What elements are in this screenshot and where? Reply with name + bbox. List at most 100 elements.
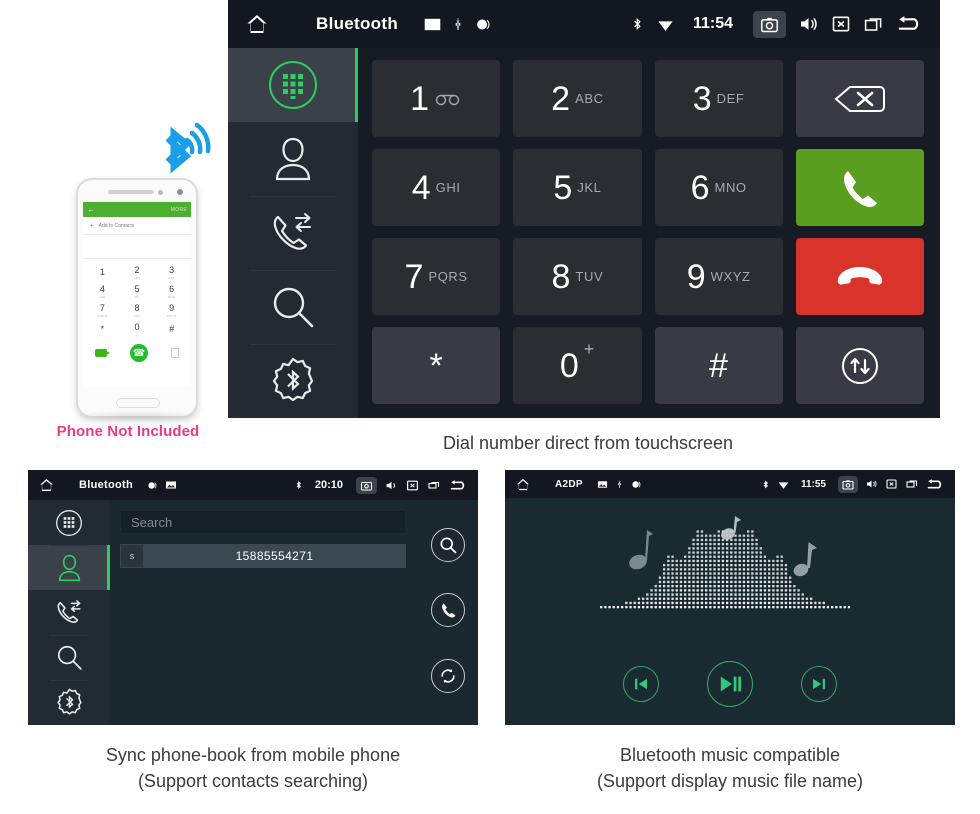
play-pause-button[interactable]	[707, 661, 753, 707]
home-icon[interactable]	[515, 477, 531, 492]
phone-key[interactable]: 4 GHI	[85, 282, 120, 301]
camera-button[interactable]	[753, 10, 786, 38]
key-5[interactable]: 5 JKL	[513, 149, 642, 226]
phone-more-label[interactable]: MORE	[171, 207, 187, 213]
key-9[interactable]: 9 WXYZ	[654, 238, 783, 315]
end-call-button[interactable]	[795, 238, 924, 315]
sidebar-item-search[interactable]	[228, 270, 358, 344]
camera-button[interactable]	[838, 475, 858, 493]
search-icon	[440, 537, 457, 554]
sidebar-item-search[interactable]	[28, 635, 110, 680]
phone-call-button[interactable]: ☎	[129, 344, 148, 362]
phone-key[interactable]: *	[85, 320, 120, 339]
add-to-contacts-row[interactable]: + Add to Contacts	[83, 217, 191, 235]
contacts-action-rail	[418, 500, 478, 725]
phone-key[interactable]: 8 TUV	[120, 301, 155, 320]
key-2[interactable]: 2 ABC	[513, 60, 642, 137]
keypad-toggle-icon[interactable]	[171, 348, 180, 358]
sidebar-item-contacts[interactable]	[28, 545, 110, 590]
contact-list-item[interactable]: s 15885554271	[120, 544, 406, 568]
key-3[interactable]: 3 DEF	[654, 60, 783, 137]
volume-icon[interactable]	[385, 479, 398, 492]
sidebar-item-bluetooth-settings[interactable]	[228, 344, 358, 418]
key-8[interactable]: 8 TUV	[513, 238, 642, 315]
home-icon[interactable]	[38, 477, 55, 493]
sync-icon	[441, 669, 455, 684]
music-controls	[505, 661, 955, 707]
sidebar-item-dialpad[interactable]	[28, 500, 110, 545]
contacts-main: Search s 15885554271	[110, 500, 418, 725]
phone-front-camera	[177, 189, 183, 195]
contacts-search-button[interactable]	[431, 527, 465, 562]
phone-key[interactable]: #	[154, 320, 189, 339]
key-6[interactable]: 6 MNO	[654, 149, 783, 226]
key-7[interactable]: 7 PQRS	[372, 238, 501, 315]
camera-button[interactable]	[356, 476, 377, 494]
caption-contacts-line1: Sync phone-book from mobile phone	[105, 745, 401, 765]
phone-key[interactable]: 0 +	[120, 320, 155, 339]
phone-key[interactable]: 6 MNO	[154, 282, 189, 301]
sidebar-item-call-log[interactable]	[28, 590, 110, 635]
bluetooth-icon	[296, 480, 301, 490]
music-note-icon	[721, 516, 741, 540]
sidebar-item-dialpad[interactable]	[228, 48, 358, 122]
phone-key[interactable]: 9 WXYZ	[154, 301, 189, 320]
main-bluetooth-dialer-screen: Bluetooth 11:54 1 2 ABC 3 DEF 4 GHI 5 JK…	[228, 0, 940, 418]
camera-icon	[360, 481, 373, 491]
status-time: 20:10	[314, 479, 343, 491]
back-icon[interactable]	[926, 477, 945, 492]
music-note-icon	[629, 530, 653, 570]
phone-action-row: ☎	[83, 340, 191, 366]
transfer-audio-icon	[841, 347, 878, 384]
key-star[interactable]: *	[372, 327, 501, 404]
dialpad-keys: 1 2 ABC 3 DEF 4 GHI 5 JKL 6 MNO 7 PQRS 8…	[358, 48, 940, 418]
phone-dialpad[interactable]: 1 2 ABC 3 DEF 4 GHI 5 JKL 6 MNO 7 PQRS 8 TUV 9W…	[83, 259, 191, 339]
music-note-icon	[793, 542, 817, 577]
search-icon	[57, 645, 82, 670]
close-icon[interactable]	[831, 14, 851, 34]
back-icon[interactable]	[896, 13, 924, 35]
phone-key[interactable]: 5 JKL	[120, 282, 155, 301]
close-icon[interactable]	[885, 478, 898, 490]
phone-home-button[interactable]	[116, 398, 160, 408]
recents-icon[interactable]	[905, 478, 919, 490]
status-title: Bluetooth	[79, 479, 134, 491]
key-hash[interactable]: #	[654, 327, 783, 404]
status-time: 11:54	[692, 15, 733, 32]
previous-track-button[interactable]	[623, 666, 659, 702]
next-track-button[interactable]	[801, 666, 837, 702]
key-0[interactable]: 0 +	[513, 327, 642, 404]
sidebar-item-contacts[interactable]	[228, 122, 358, 196]
phone-key[interactable]: 3 DEF	[154, 263, 189, 282]
back-arrow-icon[interactable]: ←	[87, 205, 95, 214]
call-button[interactable]	[795, 149, 924, 226]
volume-icon[interactable]	[865, 478, 878, 490]
play-pause-icon	[720, 676, 742, 692]
video-call-icon[interactable]	[94, 349, 110, 357]
sidebar-item-call-log[interactable]	[228, 196, 358, 270]
contacts-sync-button[interactable]	[431, 659, 465, 694]
main-sidebar	[228, 48, 358, 418]
sidebar-item-bluetooth-settings[interactable]	[28, 680, 110, 725]
recents-icon[interactable]	[863, 15, 884, 34]
status-left-icons	[147, 479, 177, 491]
close-icon[interactable]	[406, 479, 419, 492]
key-4[interactable]: 4 GHI	[372, 149, 501, 226]
key-backspace[interactable]	[795, 60, 924, 137]
back-icon[interactable]	[449, 478, 468, 493]
picture-icon	[597, 480, 607, 488]
transfer-audio-button[interactable]	[795, 327, 924, 404]
contacts-call-button[interactable]	[431, 593, 465, 628]
recents-icon[interactable]	[427, 479, 441, 491]
key-1[interactable]: 1	[372, 60, 501, 137]
phone-key[interactable]: 7 PQRS	[85, 301, 120, 320]
caption-music: Bluetooth music compatible (Support disp…	[505, 742, 955, 794]
caption-music-line1: Bluetooth music compatible	[619, 745, 841, 765]
search-input[interactable]: Search	[120, 510, 406, 534]
status-bar: Bluetooth 11:54	[228, 0, 940, 48]
volume-icon[interactable]	[798, 14, 819, 34]
phone-key[interactable]: 1	[85, 263, 120, 282]
phone-not-included-label: Phone Not Included	[56, 423, 200, 440]
home-icon[interactable]	[244, 12, 270, 36]
phone-key[interactable]: 2 ABC	[120, 263, 155, 282]
